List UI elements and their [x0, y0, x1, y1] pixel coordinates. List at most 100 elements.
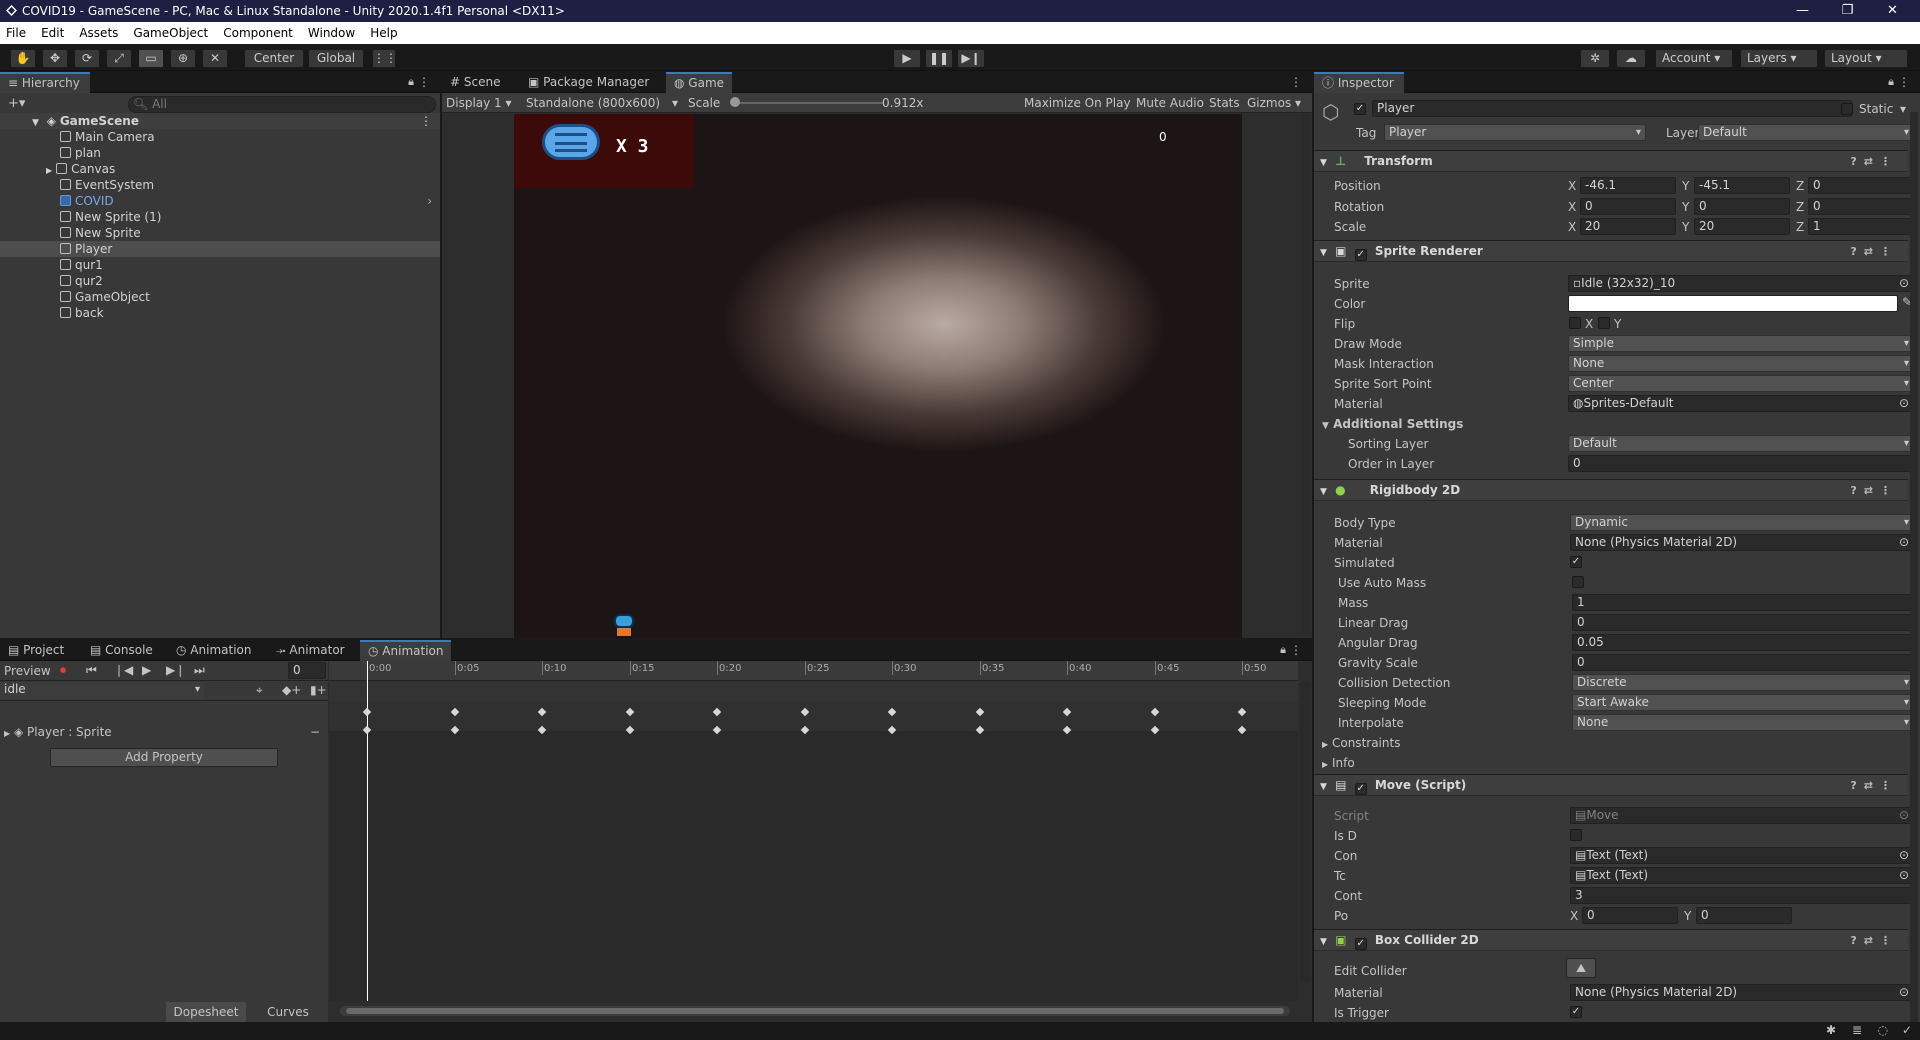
tab-hierarchy[interactable]: ≡ Hierarchy	[0, 72, 90, 93]
custom-tool-icon[interactable]: ✕	[202, 49, 228, 68]
close-button[interactable]: ✕	[1870, 0, 1915, 22]
preview-toggle[interactable]: Preview	[4, 664, 51, 678]
hierarchy-item[interactable]: GameObject	[0, 289, 440, 305]
edit-collider-button[interactable]: ⛰︎	[1566, 958, 1596, 978]
scale-slider-handle[interactable]	[730, 97, 740, 107]
use-auto-mass-checkbox[interactable]	[1572, 576, 1584, 588]
fold-arrow-icon[interactable]: ▶	[1322, 760, 1328, 769]
sprite-field[interactable]: ▫Idle (32x32)_10 ⊙	[1568, 275, 1914, 292]
collision-detection-dropdown[interactable]: Discrete	[1572, 674, 1914, 691]
object-picker-icon[interactable]: ⊙	[1899, 396, 1909, 411]
object-picker-icon[interactable]: ⊙	[1899, 535, 1909, 550]
hierarchy-item[interactable]: New Sprite	[0, 225, 440, 241]
tab-console[interactable]: ▤ Console	[82, 640, 161, 661]
add-event-icon[interactable]: ▮+	[310, 683, 327, 697]
move-script-header[interactable]: ▼ ▤ ✓ Move (Script) ?⇄⋮	[1314, 774, 1908, 796]
game-scrollbar[interactable]	[1302, 114, 1310, 634]
rotation-x-field[interactable]: 0	[1580, 198, 1676, 215]
position-x-field[interactable]: -46.1	[1580, 177, 1676, 194]
scale-tool-icon[interactable]: ⤢	[106, 49, 132, 68]
rect-tool-icon[interactable]: ▭	[138, 49, 164, 68]
hierarchy-item[interactable]: Main Camera	[0, 129, 440, 145]
fold-arrow-icon[interactable]: ▼	[1320, 158, 1327, 168]
menu-gameobject[interactable]: GameObject	[133, 26, 208, 40]
position-z-field[interactable]: 0	[1808, 177, 1914, 194]
sort-point-dropdown[interactable]: Center	[1568, 375, 1914, 392]
cloud-icon[interactable]: ☁	[1616, 49, 1646, 68]
scale-z-field[interactable]: 1	[1808, 218, 1914, 235]
fold-arrow-icon[interactable]: ▼	[1320, 248, 1327, 258]
move-tool-icon[interactable]: ✥	[42, 49, 68, 68]
component-controls-icon[interactable]: ?⇄⋮	[1850, 480, 1898, 501]
fold-arrow-icon[interactable]: ▶	[1322, 740, 1328, 749]
object-name-field[interactable]: Player	[1372, 100, 1852, 117]
play-icon[interactable]: ▶	[142, 663, 151, 677]
flip-x-checkbox[interactable]	[1569, 317, 1581, 329]
hierarchy-item[interactable]: ▶ Canvas	[0, 161, 440, 177]
enabled-checkbox[interactable]: ✓	[1354, 249, 1367, 261]
tab-inspector[interactable]: ⓘ Inspector	[1314, 72, 1404, 93]
mute-audio-toggle[interactable]: Mute Audio	[1136, 96, 1204, 110]
linear-drag-field[interactable]: 0	[1572, 614, 1914, 631]
component-controls-icon[interactable]: ?⇄⋮	[1850, 930, 1898, 951]
panel-menu-icon[interactable]: ⋮	[1290, 643, 1302, 657]
fold-arrow-icon[interactable]: ▼	[1320, 782, 1327, 792]
hierarchy-item[interactable]: New Sprite (1)	[0, 209, 440, 225]
active-checkbox[interactable]: ✓	[1354, 103, 1366, 115]
hierarchy-item-prefab[interactable]: COVID ›	[0, 193, 440, 209]
grid-snap-icon[interactable]: ⋮⋮	[372, 49, 397, 68]
transform-tool-icon[interactable]: ⊕	[170, 49, 196, 68]
fold-arrow-icon[interactable]: ▼	[1322, 421, 1329, 431]
component-controls-icon[interactable]: ?⇄⋮	[1850, 775, 1898, 796]
scale-slider[interactable]	[733, 102, 883, 104]
add-key-diamond-icon[interactable]: ◆+	[282, 683, 301, 697]
tab-animation-1[interactable]: ◷ Animation	[168, 640, 259, 661]
pause-button[interactable]: ❚❚	[925, 49, 953, 68]
tag-dropdown[interactable]: Player	[1384, 124, 1646, 141]
component-controls-icon[interactable]: ?⇄⋮	[1850, 241, 1898, 262]
remove-property-icon[interactable]: −	[310, 725, 320, 739]
static-dropdown-icon[interactable]: ▾	[1900, 102, 1906, 116]
add-keyframe-icon[interactable]: ⌖	[256, 683, 263, 698]
menu-edit[interactable]: Edit	[41, 26, 64, 40]
order-in-layer-field[interactable]: 0	[1568, 455, 1914, 472]
record-icon[interactable]: ⏺	[60, 663, 66, 678]
lock-icon[interactable]: 🔒︎	[408, 75, 414, 89]
minimize-button[interactable]: —	[1780, 0, 1825, 22]
sleeping-mode-dropdown[interactable]: Start Awake	[1572, 694, 1914, 711]
scene-row[interactable]: ▼ ◈ GameScene ⋮	[0, 113, 440, 129]
object-picker-icon[interactable]: ⊙	[1899, 276, 1909, 291]
interpolate-dropdown[interactable]: None	[1572, 714, 1914, 731]
chevron-right-icon[interactable]: ›	[427, 193, 432, 209]
tab-package-manager[interactable]: ▣ Package Manager	[520, 72, 657, 93]
component-controls-icon[interactable]: ?⇄⋮	[1850, 151, 1898, 172]
cont-field[interactable]: 3	[1570, 887, 1914, 904]
collider-material-field[interactable]: None (Physics Material 2D) ⊙	[1570, 984, 1914, 1001]
account-dropdown[interactable]: Account ▾	[1655, 49, 1733, 68]
tab-animation-2[interactable]: ◷ Animation	[360, 640, 452, 661]
mass-field[interactable]: 1	[1572, 594, 1914, 611]
hierarchy-item[interactable]: EventSystem	[0, 177, 440, 193]
last-key-icon[interactable]: ⏭	[194, 663, 205, 678]
tab-game[interactable]: ◍ Game	[666, 72, 733, 93]
menu-assets[interactable]: Assets	[79, 26, 118, 40]
status-ok-icon[interactable]: ✓	[1902, 1023, 1912, 1037]
po-y-field[interactable]: 0	[1696, 907, 1792, 924]
frame-input[interactable]: 0	[288, 662, 326, 679]
timeline-v-scrollbar[interactable]	[1300, 682, 1310, 982]
object-picker-icon[interactable]: ⊙	[1899, 848, 1909, 863]
position-y-field[interactable]: -45.1	[1694, 177, 1790, 194]
flip-y-checkbox[interactable]	[1598, 317, 1610, 329]
hierarchy-item-selected[interactable]: Player	[0, 241, 440, 257]
rotation-z-field[interactable]: 0	[1808, 198, 1914, 215]
property-row[interactable]: ▶ ◈ Player : Sprite	[4, 725, 112, 739]
scale-x-field[interactable]: 20	[1580, 218, 1676, 235]
resolution-dropdown[interactable]: Standalone (800x600) ▾	[526, 96, 678, 110]
maximize-button[interactable]: ❐	[1825, 0, 1870, 22]
tc-field[interactable]: ▤Text (Text) ⊙	[1570, 867, 1914, 884]
hierarchy-item[interactable]: qur1	[0, 257, 440, 273]
static-checkbox[interactable]	[1841, 103, 1853, 115]
sorting-layer-dropdown[interactable]: Default	[1568, 435, 1914, 452]
po-x-field[interactable]: 0	[1582, 907, 1678, 924]
panel-menu-icon[interactable]: ⋮	[1290, 75, 1302, 89]
